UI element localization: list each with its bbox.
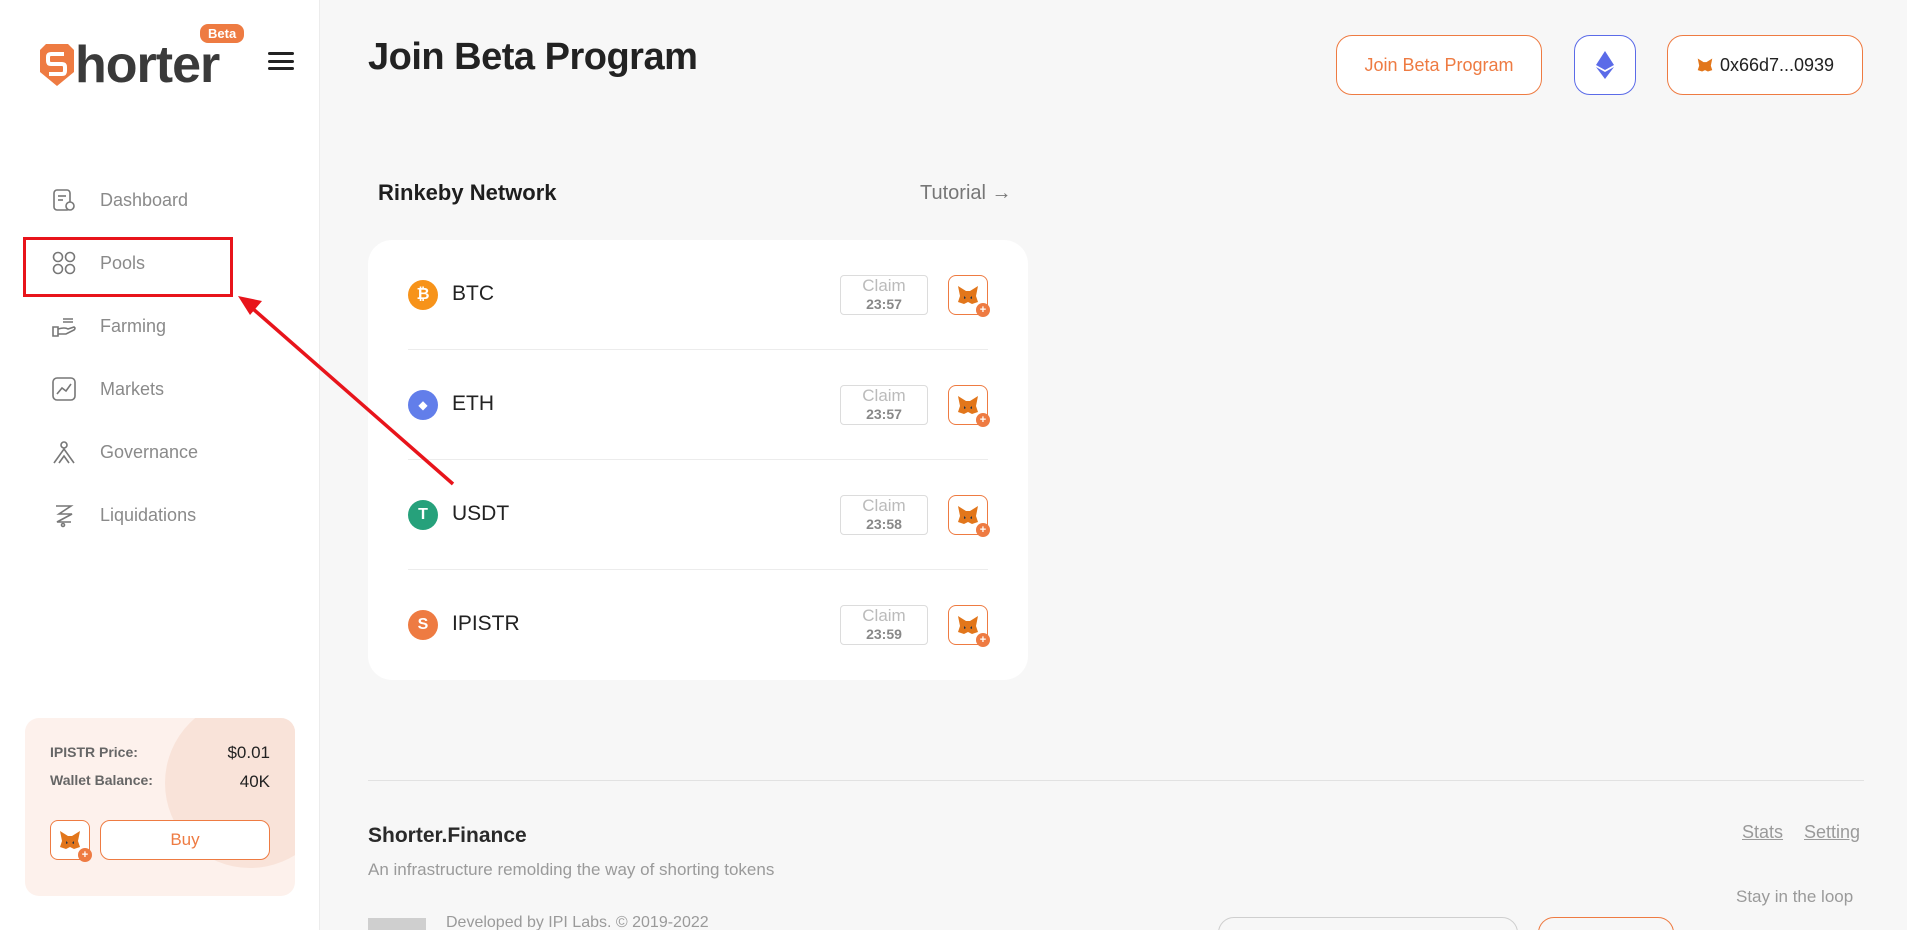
token-name: USDT bbox=[452, 502, 510, 525]
token-name: BTC bbox=[452, 282, 494, 305]
sidebar-item-liquidations[interactable]: Liquidations bbox=[50, 500, 290, 530]
metamask-fox-icon bbox=[1697, 58, 1713, 72]
eth-icon: ◆ bbox=[408, 390, 438, 420]
add-token-metamask-button[interactable]: + bbox=[948, 385, 990, 427]
claim-countdown: 23:59 bbox=[866, 626, 902, 642]
claim-countdown: 23:57 bbox=[866, 406, 902, 422]
sidebar-item-farming[interactable]: Farming bbox=[50, 311, 290, 341]
claim-button[interactable]: Claim 23:57 bbox=[840, 275, 928, 315]
metamask-fox-icon bbox=[958, 616, 978, 634]
metamask-fox-icon bbox=[958, 396, 978, 414]
claim-label: Claim bbox=[862, 606, 906, 625]
tutorial-link[interactable]: Tutorial → bbox=[920, 182, 1012, 205]
sidebar-item-label: Liquidations bbox=[100, 504, 197, 525]
buy-button[interactable]: Buy bbox=[100, 820, 270, 860]
claim-countdown: 23:58 bbox=[866, 516, 902, 532]
token-row: T USDT Claim 23:58 + bbox=[408, 460, 990, 570]
claim-button[interactable]: Claim 23:58 bbox=[840, 495, 928, 535]
markets-icon bbox=[50, 375, 78, 403]
menu-toggle-icon[interactable] bbox=[268, 52, 294, 70]
claim-label: Claim bbox=[862, 276, 906, 295]
add-token-metamask-button[interactable]: + bbox=[948, 495, 990, 537]
footer-stay-in-loop: Stay in the loop bbox=[1736, 887, 1854, 906]
sidebar-item-label: Dashboard bbox=[100, 189, 189, 210]
ipi-labs-logo bbox=[368, 918, 426, 930]
footer-setting-link[interactable]: Setting bbox=[1804, 822, 1860, 843]
price-label: IPISTR Price: bbox=[50, 744, 138, 760]
footer-brand: Shorter.Finance bbox=[368, 824, 527, 847]
claim-label: Claim bbox=[862, 496, 906, 515]
sidebar-item-label: Governance bbox=[100, 441, 199, 462]
annotation-highlight-box bbox=[23, 237, 233, 297]
network-switch-button[interactable] bbox=[1574, 35, 1636, 95]
network-title: Rinkeby Network bbox=[378, 180, 557, 205]
footer-divider bbox=[368, 780, 1864, 781]
wallet-address-button[interactable]: 0x66d7...0939 bbox=[1667, 35, 1863, 95]
farming-icon bbox=[50, 312, 78, 340]
token-name: ETH bbox=[452, 392, 494, 415]
liquidations-icon bbox=[50, 501, 78, 529]
claim-label: Claim bbox=[862, 386, 906, 405]
shorter-logo[interactable]: horter bbox=[38, 36, 248, 94]
wallet-address: 0x66d7...0939 bbox=[1719, 54, 1835, 75]
add-token-metamask-button[interactable]: + bbox=[948, 275, 990, 317]
balance-value: 40K bbox=[239, 772, 270, 791]
sidebar-item-label: Markets bbox=[100, 378, 165, 399]
sidebar-item-dashboard[interactable]: Dashboard bbox=[50, 185, 290, 215]
sidebar-item-governance[interactable]: Governance bbox=[50, 437, 290, 467]
claim-button[interactable]: Claim 23:59 bbox=[840, 605, 928, 645]
sidebar-item-label: Farming bbox=[100, 315, 167, 336]
sidebar-item-markets[interactable]: Markets bbox=[50, 374, 290, 404]
beta-badge: Beta bbox=[200, 24, 245, 43]
usdt-icon: T bbox=[408, 500, 438, 530]
metamask-fox-icon bbox=[958, 286, 978, 304]
footer-stats-link[interactable]: Stats bbox=[1742, 822, 1783, 843]
btc-icon: ₿ bbox=[408, 280, 438, 310]
add-token-metamask-button[interactable]: + bbox=[948, 605, 990, 647]
price-card: IPISTR Price: $0.01 Wallet Balance: 40K … bbox=[25, 718, 295, 896]
newsletter-subscribe-button[interactable] bbox=[1538, 917, 1674, 930]
ipistr-icon: S bbox=[408, 610, 438, 640]
claim-countdown: 23:57 bbox=[866, 296, 902, 312]
page-title: Join Beta Program bbox=[368, 36, 698, 78]
metamask-fox-icon bbox=[958, 506, 978, 524]
newsletter-email-input[interactable] bbox=[1218, 917, 1518, 930]
token-row: ◆ ETH Claim 23:57 + bbox=[408, 350, 990, 460]
logo-text: horter bbox=[75, 36, 220, 94]
dashboard-icon bbox=[50, 186, 78, 214]
balance-label: Wallet Balance: bbox=[50, 772, 153, 788]
claim-button[interactable]: Claim 23:57 bbox=[840, 385, 928, 425]
footer-developed-by: Developed by IPI Labs. © 2019-2022 bbox=[446, 914, 709, 930]
faucet-card: ₿ BTC Claim 23:57 + ◆ ETH Claim 23:57 + bbox=[368, 240, 1028, 680]
ethereum-icon bbox=[1596, 51, 1614, 79]
add-token-metamask-button[interactable]: + bbox=[50, 820, 92, 862]
token-row: S IPISTR Claim 23:59 + bbox=[408, 570, 990, 680]
footer-tagline: An infrastructure remolding the way of s… bbox=[368, 860, 775, 879]
token-row: ₿ BTC Claim 23:57 + bbox=[408, 240, 990, 350]
join-beta-button[interactable]: Join Beta Program bbox=[1336, 35, 1542, 95]
governance-icon bbox=[50, 438, 78, 466]
price-value: $0.01 bbox=[227, 743, 270, 762]
token-name: IPISTR bbox=[452, 612, 520, 635]
metamask-fox-icon bbox=[60, 831, 80, 849]
sidebar: horter Beta Dashboard Pools Farming Mark… bbox=[0, 0, 320, 930]
shield-logo-icon bbox=[40, 44, 74, 86]
